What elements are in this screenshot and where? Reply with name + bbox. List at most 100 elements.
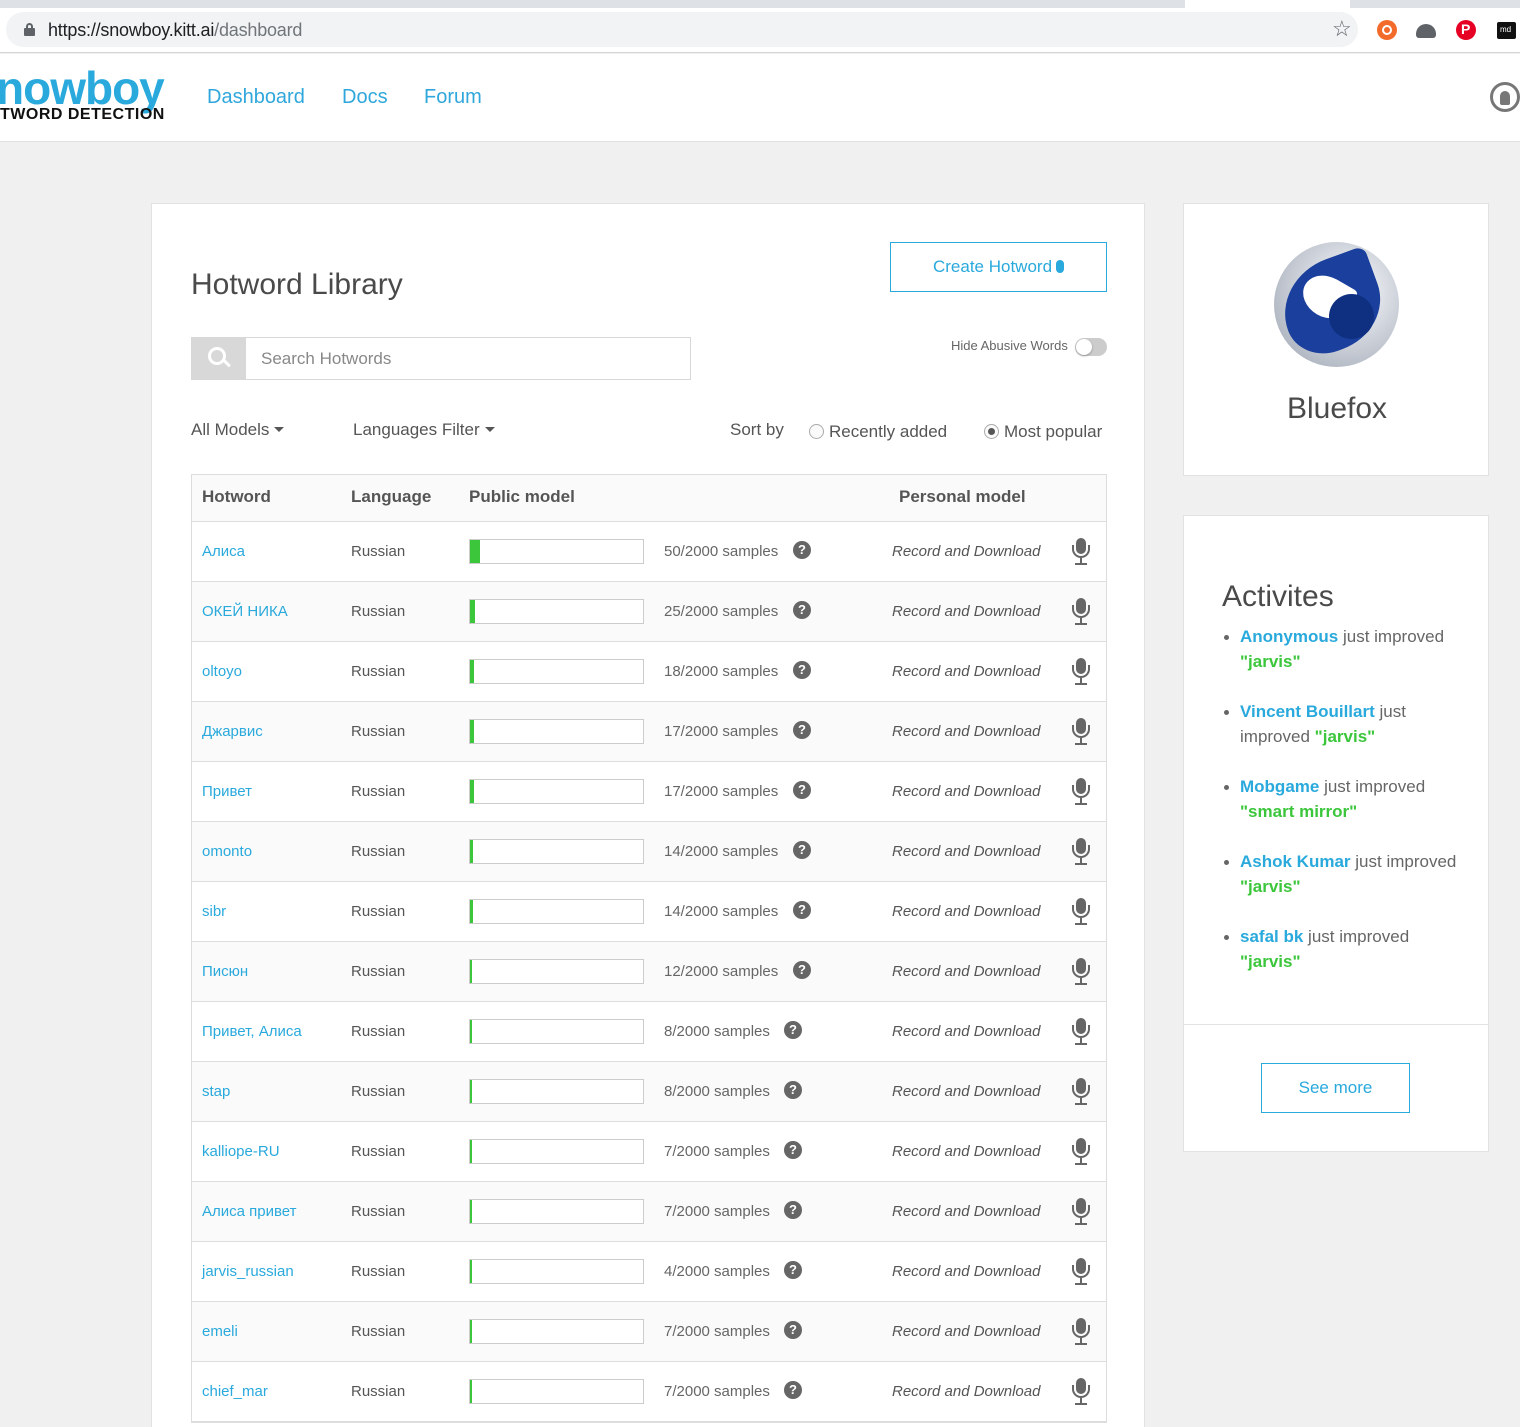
help-icon[interactable]: ? (793, 541, 811, 559)
activity-hotword-link[interactable]: "jarvis" (1240, 877, 1301, 896)
activity-user-link[interactable]: safal bk (1240, 927, 1303, 946)
see-more-button[interactable]: See more (1261, 1063, 1410, 1113)
activity-user-link[interactable]: Vincent Bouillart (1240, 702, 1375, 721)
nav-dashboard[interactable]: Dashboard (207, 86, 305, 109)
microphone-icon[interactable] (1072, 1258, 1090, 1286)
microphone-icon[interactable] (1072, 838, 1090, 866)
record-and-download-link[interactable]: Record and Download (892, 903, 1040, 920)
microphone-icon[interactable] (1072, 718, 1090, 746)
help-icon[interactable]: ? (793, 601, 811, 619)
record-and-download-link[interactable]: Record and Download (892, 723, 1040, 740)
all-models-dropdown[interactable]: All Models (191, 420, 285, 440)
record-and-download-link[interactable]: Record and Download (892, 603, 1040, 620)
hotword-link[interactable]: omonto (202, 843, 252, 860)
help-icon[interactable]: ? (793, 721, 811, 739)
help-icon[interactable]: ? (784, 1321, 802, 1339)
table-row: Привет, Алиса Russian 8/2000 samples? Recor… (192, 1002, 1106, 1062)
hotword-link[interactable]: jarvis_russian (202, 1263, 294, 1280)
hotword-link[interactable]: oltoyo (202, 663, 242, 680)
help-icon[interactable]: ? (784, 1141, 802, 1159)
record-and-download-link[interactable]: Record and Download (892, 1143, 1040, 1160)
browser-active-tab[interactable] (1185, 0, 1350, 8)
help-icon[interactable]: ? (793, 781, 811, 799)
microphone-icon[interactable] (1072, 1198, 1090, 1226)
create-hotword-button[interactable]: Create Hotword (890, 242, 1107, 292)
hide-abusive-toggle[interactable] (1075, 338, 1107, 356)
hotword-link[interactable]: emeli (202, 1323, 238, 1340)
record-and-download-link[interactable]: Record and Download (892, 1023, 1040, 1040)
help-icon[interactable]: ? (793, 661, 811, 679)
activity-user-link[interactable]: Ashok Kumar (1240, 852, 1351, 871)
markdown-extension-icon[interactable] (1497, 22, 1516, 39)
help-icon[interactable]: ? (784, 1381, 802, 1399)
microphone-icon[interactable] (1072, 1378, 1090, 1406)
nav-docs[interactable]: Docs (342, 86, 388, 109)
sort-most-popular-radio[interactable] (984, 424, 999, 439)
record-and-download-link[interactable]: Record and Download (892, 543, 1040, 560)
hotword-link[interactable]: Писюн (202, 963, 248, 980)
activity-hotword-link[interactable]: "smart mirror" (1240, 802, 1357, 821)
microphone-icon[interactable] (1072, 958, 1090, 986)
hotword-link[interactable]: ОКЕЙ НИКА (202, 603, 288, 620)
search-input[interactable] (246, 337, 691, 380)
sort-recently-added-radio[interactable] (809, 424, 824, 439)
help-icon[interactable]: ? (793, 841, 811, 859)
hotword-link[interactable]: sibr (202, 903, 226, 920)
activity-user-link[interactable]: Mobgame (1240, 777, 1319, 796)
record-and-download-link[interactable]: Record and Download (892, 963, 1040, 980)
record-and-download-link[interactable]: Record and Download (892, 663, 1040, 680)
help-icon[interactable]: ? (784, 1201, 802, 1219)
microphone-icon[interactable] (1072, 1018, 1090, 1046)
search-button[interactable] (191, 337, 246, 380)
hotword-link[interactable]: Джарвис (202, 723, 263, 740)
avatar[interactable] (1274, 242, 1399, 367)
microphone-icon[interactable] (1072, 658, 1090, 686)
url-text[interactable]: https://snowboy.kitt.ai/dashboard (48, 20, 302, 41)
microphone-icon[interactable] (1072, 538, 1090, 566)
sort-most-popular-label[interactable]: Most popular (1004, 422, 1102, 442)
nav-forum[interactable]: Forum (424, 86, 482, 109)
record-and-download-link[interactable]: Record and Download (892, 1263, 1040, 1280)
help-icon[interactable]: ? (793, 901, 811, 919)
languages-filter-dropdown[interactable]: Languages Filter (353, 420, 495, 440)
microphone-icon[interactable] (1072, 1078, 1090, 1106)
help-icon[interactable]: ? (784, 1021, 802, 1039)
hotword-link[interactable]: Алиса (202, 543, 245, 560)
sort-recently-added-label[interactable]: Recently added (829, 422, 947, 442)
microphone-icon[interactable] (1072, 598, 1090, 626)
pinterest-extension-icon[interactable] (1456, 20, 1476, 40)
url-box[interactable]: https://snowboy.kitt.ai/dashboard ☆ (6, 12, 1358, 47)
github-icon[interactable] (1490, 82, 1520, 112)
progress-fill (470, 1380, 472, 1403)
hotword-link[interactable]: stap (202, 1083, 230, 1100)
help-icon[interactable]: ? (784, 1081, 802, 1099)
sample-count: 7/2000 samples (664, 1143, 770, 1160)
hotword-language: Russian (351, 963, 406, 980)
help-icon[interactable]: ? (793, 961, 811, 979)
hotword-link[interactable]: chief_mar (202, 1383, 268, 1400)
bookmark-star-icon[interactable]: ☆ (1332, 18, 1352, 40)
hotword-link[interactable]: kalliope-RU (202, 1143, 280, 1160)
help-icon[interactable]: ? (784, 1261, 802, 1279)
lock-icon[interactable] (24, 23, 35, 36)
record-and-download-link[interactable]: Record and Download (892, 783, 1040, 800)
activity-hotword-link[interactable]: "jarvis" (1240, 652, 1301, 671)
extension-icon[interactable] (1377, 20, 1397, 40)
table-header: Hotword Language Public model Personal m… (192, 475, 1106, 522)
activity-hotword-link[interactable]: "jarvis" (1240, 952, 1301, 971)
hotword-link[interactable]: Алиса привет (202, 1203, 297, 1220)
microphone-icon[interactable] (1072, 1318, 1090, 1346)
activity-user-link[interactable]: Anonymous (1240, 627, 1338, 646)
microphone-icon[interactable] (1072, 778, 1090, 806)
microphone-icon[interactable] (1072, 898, 1090, 926)
hotword-link[interactable]: Привет, Алиса (202, 1023, 302, 1040)
record-and-download-link[interactable]: Record and Download (892, 1323, 1040, 1340)
activity-hotword-link[interactable]: "jarvis" (1315, 727, 1376, 746)
microphone-icon[interactable] (1072, 1138, 1090, 1166)
record-and-download-link[interactable]: Record and Download (892, 843, 1040, 860)
hotword-link[interactable]: Привет (202, 783, 252, 800)
record-and-download-link[interactable]: Record and Download (892, 1083, 1040, 1100)
speedometer-extension-icon[interactable] (1416, 24, 1436, 38)
record-and-download-link[interactable]: Record and Download (892, 1383, 1040, 1400)
record-and-download-link[interactable]: Record and Download (892, 1203, 1040, 1220)
